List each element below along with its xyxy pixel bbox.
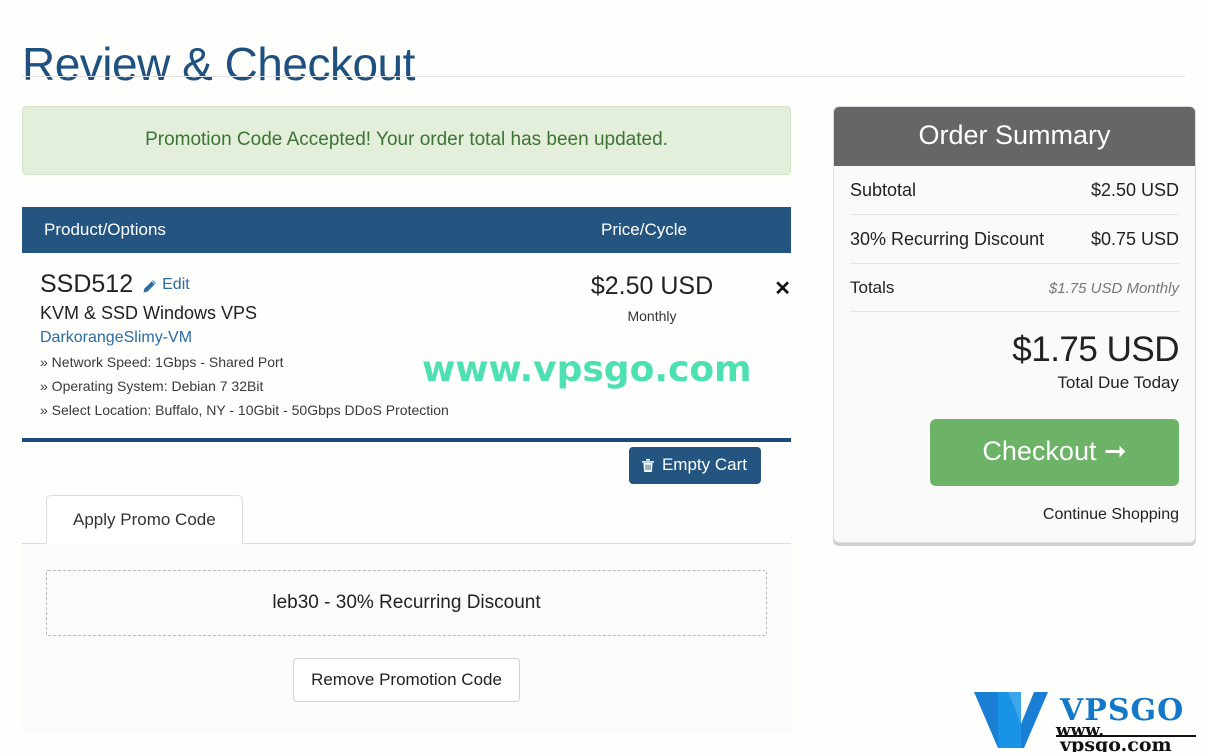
summary-label: 30% Recurring Discount (850, 228, 1045, 249)
product-option: » Operating System: Debian 7 32Bit (40, 377, 264, 394)
edit-product-link[interactable]: Edit (142, 276, 190, 294)
product-description: KVM & SSD Windows VPS (40, 303, 258, 324)
column-header-product: Product/Options (44, 219, 166, 239)
svg-text:VPSGO: VPSGO (1059, 693, 1184, 728)
promo-tab-bar: Apply Promo Code (22, 494, 791, 545)
cart-column: Promotion Code Accepted! Your order tota… (22, 106, 791, 733)
product-name-line: SSD512 Edit (40, 269, 535, 299)
cart-table: Product/Options Price/Cycle SSD512 Edit … (22, 206, 791, 443)
order-summary-body: Subtotal $2.50 USD 30% Recurring Discoun… (834, 166, 1195, 543)
summary-value: $2.50 USD (1090, 179, 1179, 200)
empty-cart-label: Empty Cart (661, 455, 747, 475)
product-option: » Network Speed: 1Gbps - Shared Port (40, 353, 284, 370)
promo-panel-body: leb30 - 30% Recurring Discount Remove Pr… (22, 544, 791, 733)
arrow-right-icon: ➞ (1096, 436, 1127, 467)
pencil-icon (142, 279, 157, 294)
promo-panel: Apply Promo Code leb30 - 30% Recurring D… (22, 494, 791, 733)
checkout-page: Review & Checkout Promotion Code Accepte… (0, 0, 1206, 755)
product-name: SSD512 (40, 269, 134, 298)
checkout-button[interactable]: Checkout ➞ (930, 419, 1179, 487)
summary-row-discount: 30% Recurring Discount $0.75 USD (850, 215, 1179, 264)
checkout-label: Checkout (982, 436, 1097, 467)
summary-value: $1.75 USD Monthly (1048, 279, 1179, 297)
product-domain-link[interactable]: DarkorangeSlimy-VM (40, 329, 535, 347)
continue-shopping-link[interactable]: Continue Shopping (850, 506, 1179, 524)
cart-item-row: SSD512 Edit KVM & SSD Windows VPS Darkor… (22, 253, 791, 438)
grand-total-amount: $1.75 USD (1012, 329, 1179, 369)
grand-total-caption: Total Due Today (1057, 373, 1179, 393)
summary-row-subtotal: Subtotal $2.50 USD (850, 166, 1179, 215)
cart-item-details: SSD512 Edit KVM & SSD Windows VPS Darkor… (22, 269, 541, 422)
svg-text:www.: www. (1055, 721, 1104, 741)
empty-cart-button[interactable]: Empty Cart (628, 447, 761, 485)
vpsgo-logo: VPSGO www. vpsgo.com (972, 686, 1200, 755)
title-divider (22, 76, 1185, 77)
cart-item-price-cell: $2.50 USD Monthly ✕ (541, 271, 791, 422)
order-summary-title: Order Summary (834, 107, 1195, 166)
trash-icon (641, 458, 655, 473)
cart-actions: Empty Cart (22, 442, 791, 488)
edit-product-label: Edit (162, 275, 190, 293)
tab-apply-promo-code[interactable]: Apply Promo Code (46, 495, 243, 545)
summary-label: Totals (850, 277, 895, 297)
product-option: » Select Location: Buffalo, NY - 10Gbit … (40, 402, 449, 419)
promo-accepted-alert: Promotion Code Accepted! Your order tota… (22, 106, 791, 175)
svg-text:vpsgo.com: vpsgo.com (1059, 734, 1172, 752)
summary-label: Subtotal (850, 179, 917, 200)
product-billing-cycle: Monthly (627, 308, 677, 325)
summary-value: $0.75 USD (1090, 228, 1179, 249)
remove-item-icon[interactable]: ✕ (774, 279, 791, 299)
product-price: $2.50 USD (590, 271, 714, 300)
order-summary-panel: Order Summary Subtotal $2.50 USD 30% Rec… (833, 106, 1196, 544)
summary-row-totals: Totals $1.75 USD Monthly (850, 264, 1179, 312)
applied-promo-code: leb30 - 30% Recurring Discount (46, 570, 767, 637)
column-header-price: Price/Cycle (601, 219, 687, 239)
page-title: Review & Checkout (22, 37, 415, 90)
remove-promotion-code-button[interactable]: Remove Promotion Code (293, 658, 520, 703)
product-options-list: » Network Speed: 1Gbps - Shared Port » O… (40, 350, 535, 422)
cart-table-header: Product/Options Price/Cycle (22, 206, 791, 253)
